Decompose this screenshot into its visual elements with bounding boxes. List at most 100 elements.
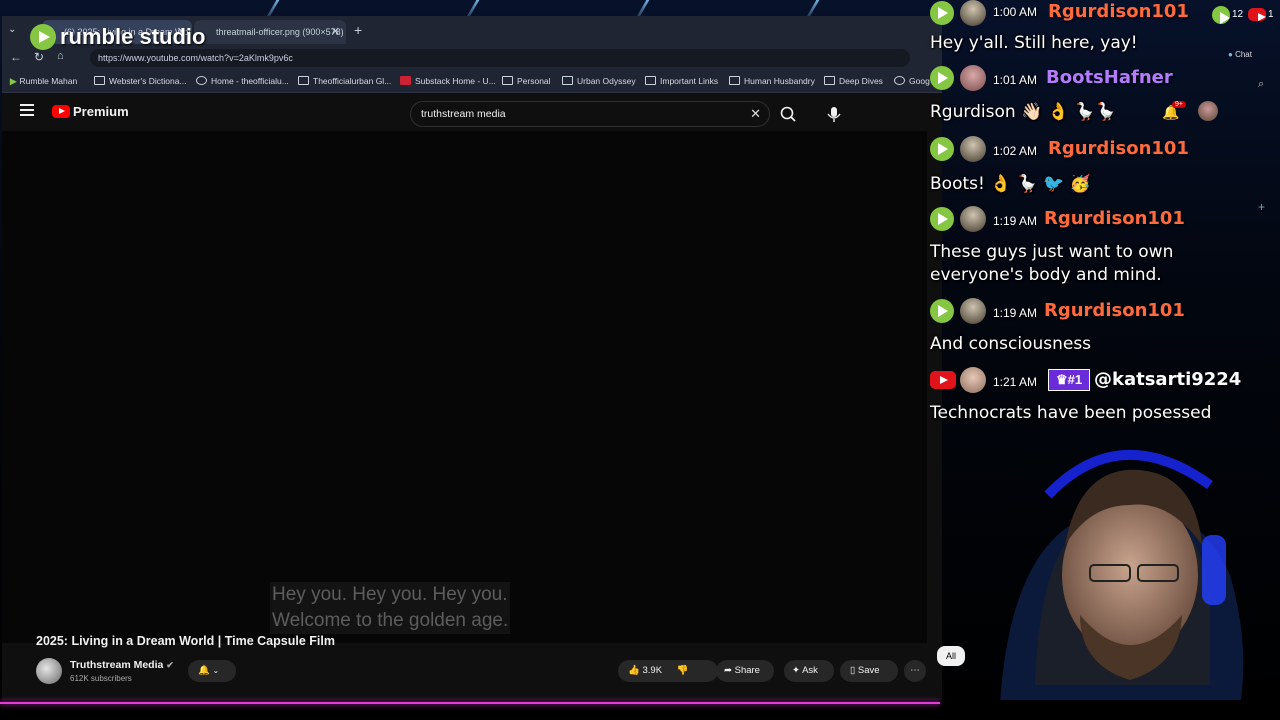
chat-timestamp: 1:01 AM bbox=[993, 73, 1038, 87]
close-tab-icon[interactable]: ✕ bbox=[331, 20, 340, 44]
bookmark-item[interactable]: Home - theofficialu... bbox=[196, 76, 289, 86]
user-avatar bbox=[960, 65, 986, 91]
ask-button[interactable]: ✦ Ask bbox=[784, 660, 834, 682]
bookmark-folder[interactable]: Deep Dives bbox=[824, 76, 883, 86]
menu-icon[interactable] bbox=[20, 104, 34, 116]
chat-message: Technocrats have been posessed bbox=[930, 403, 1212, 423]
chat-message: Hey y'all. Still here, yay! bbox=[930, 33, 1138, 53]
notification-badge: 9+ bbox=[1172, 101, 1186, 108]
chat-timestamp: 1:00 AM bbox=[993, 5, 1038, 19]
youtube-platform-icon bbox=[930, 371, 956, 389]
bookmark-folder[interactable]: Urban Odyssey bbox=[562, 76, 636, 86]
thumbs-up-icon: 👍 bbox=[628, 665, 640, 676]
microphone-icon bbox=[827, 107, 841, 122]
user-avatar bbox=[960, 0, 986, 26]
thumbs-down-icon[interactable]: 👎 bbox=[677, 665, 689, 676]
chat-label[interactable]: ● Chat bbox=[1228, 50, 1276, 64]
webcam-feed bbox=[1000, 449, 1244, 705]
neon-line bbox=[0, 702, 940, 704]
rumble-platform-icon bbox=[930, 66, 954, 90]
notifications-button[interactable]: 🔔 ⌄ bbox=[188, 660, 236, 682]
like-dislike-group: 👍 3.9K 👎 bbox=[618, 660, 718, 682]
share-icon: ➦ bbox=[724, 665, 732, 676]
video-title: 2025: Living in a Dream World | Time Cap… bbox=[36, 634, 335, 648]
youtube-header: Premium truthstream media ✕ bbox=[2, 93, 942, 131]
copilot-icon: ● bbox=[1228, 50, 1233, 59]
user-avatar bbox=[960, 206, 986, 232]
back-icon[interactable]: ← bbox=[10, 50, 22, 64]
bookmark-icon: ▯ bbox=[850, 665, 856, 676]
chip-all[interactable]: All bbox=[937, 646, 965, 666]
user-avatar bbox=[960, 136, 986, 162]
chat-timestamp: 1:19 AM bbox=[993, 306, 1038, 320]
chat-message: And consciousness bbox=[930, 334, 1092, 354]
chat-username: Rgurdison101 bbox=[1044, 208, 1185, 229]
search-icon[interactable]: ⌕ bbox=[1258, 78, 1264, 91]
chat-timestamp: 1:21 AM bbox=[993, 375, 1038, 389]
search-input[interactable]: truthstream media ✕ bbox=[410, 101, 770, 127]
chat-username: Rgurdison101 bbox=[1048, 1, 1189, 22]
bookmarks-bar: ▶ Rumble Mahan Webster's Dictiona... Home… bbox=[2, 72, 942, 93]
search-button[interactable] bbox=[774, 101, 802, 127]
youtube-viewer-count: 1 bbox=[1268, 9, 1274, 20]
youtube-logo-icon[interactable] bbox=[52, 105, 70, 118]
bookmark-item[interactable]: ▶ Rumble Mahan bbox=[10, 76, 77, 87]
more-actions-button[interactable]: ⋯ bbox=[904, 660, 926, 682]
save-button[interactable]: ▯ Save bbox=[840, 660, 898, 682]
chat-message: Boots! 👌 🪿 🐦 🥳 bbox=[930, 174, 1092, 194]
rumble-platform-icon bbox=[930, 1, 954, 25]
chat-username: @katsarti9224 bbox=[1094, 369, 1242, 390]
rumble-viewer-count: 12 bbox=[1232, 9, 1244, 20]
subscriber-count: 612K subscribers bbox=[70, 674, 132, 683]
bookmark-folder[interactable]: Important Links bbox=[645, 76, 718, 86]
verified-icon: ✔ bbox=[166, 660, 174, 670]
refresh-icon[interactable]: ↻ bbox=[34, 50, 44, 64]
share-button[interactable]: ➦ Share bbox=[716, 660, 774, 682]
tab-label: threatmail-officer.png (900×578) bbox=[216, 27, 344, 37]
tab-image[interactable]: threatmail-officer.png (900×578) ✕ bbox=[194, 20, 346, 44]
chat-message: These guys just want to own bbox=[930, 242, 1174, 262]
chat-message: everyone's body and mind. bbox=[930, 265, 1162, 285]
bookmark-item[interactable]: Webster's Dictiona... bbox=[94, 76, 187, 86]
caption-line: Hey you. Hey you. Hey you. bbox=[272, 582, 508, 608]
bookmark-item[interactable]: Goog bbox=[894, 76, 930, 86]
video-player[interactable]: Hey you. Hey you. Hey you. Welcome to th… bbox=[2, 131, 927, 643]
crown-icon: ♛ bbox=[1055, 372, 1068, 387]
rumble-platform-icon bbox=[930, 137, 954, 161]
bookmark-item[interactable]: Substack Home - U... bbox=[400, 76, 496, 86]
new-tab-button[interactable]: + bbox=[354, 22, 362, 38]
clear-search-icon[interactable]: ✕ bbox=[750, 102, 761, 126]
chat-username: Rgurdison101 bbox=[1044, 300, 1185, 321]
bookmark-folder[interactable]: Personal bbox=[502, 76, 551, 86]
bookmark-item[interactable]: Theofficialurban Gl... bbox=[298, 76, 391, 86]
channel-name[interactable]: Truthstream Media ✔ bbox=[70, 659, 174, 671]
browser-window: (6) 2025: Living in a Dream World ✕ thre… bbox=[2, 16, 942, 702]
url-field[interactable]: https://www.youtube.com/watch?v=2aKlmk9p… bbox=[90, 49, 910, 67]
rumble-platform-icon bbox=[930, 207, 954, 231]
rumble-studio-brand: rumble studio bbox=[60, 24, 206, 49]
chat-timestamp: 1:19 AM bbox=[993, 214, 1038, 228]
chat-timestamp: 1:02 AM bbox=[993, 144, 1038, 158]
like-button[interactable]: 👍 3.9K bbox=[628, 665, 662, 676]
sparkle-icon: ✦ bbox=[792, 665, 800, 676]
search-icon bbox=[780, 106, 796, 122]
chevron-down-icon: ⌄ bbox=[212, 666, 220, 675]
channel-avatar[interactable] bbox=[36, 658, 62, 684]
rumble-viewers-icon bbox=[1212, 6, 1230, 24]
search-value: truthstream media bbox=[421, 108, 506, 120]
user-avatar bbox=[960, 298, 986, 324]
caption-line: Welcome to the golden age. bbox=[272, 608, 509, 634]
voice-search-button[interactable] bbox=[820, 101, 848, 127]
chevron-down-icon[interactable]: ⌄ bbox=[8, 24, 16, 35]
crown-badge: ♛#1 bbox=[1048, 369, 1090, 391]
youtube-logo-text[interactable]: Premium bbox=[73, 104, 129, 119]
rumble-platform-icon bbox=[930, 299, 954, 323]
add-icon[interactable]: + bbox=[1258, 200, 1265, 214]
account-avatar[interactable] bbox=[1198, 101, 1218, 121]
bell-icon: 🔔 bbox=[198, 665, 210, 676]
youtube-viewers-icon bbox=[1248, 8, 1266, 21]
home-icon[interactable]: ⌂ bbox=[57, 50, 64, 62]
bookmark-folder[interactable]: Human Husbandry bbox=[729, 76, 815, 86]
chat-username: BootsHafner bbox=[1046, 67, 1173, 88]
chat-message: Rgurdison 👋🏻 👌 🪿🪿 bbox=[930, 102, 1117, 122]
